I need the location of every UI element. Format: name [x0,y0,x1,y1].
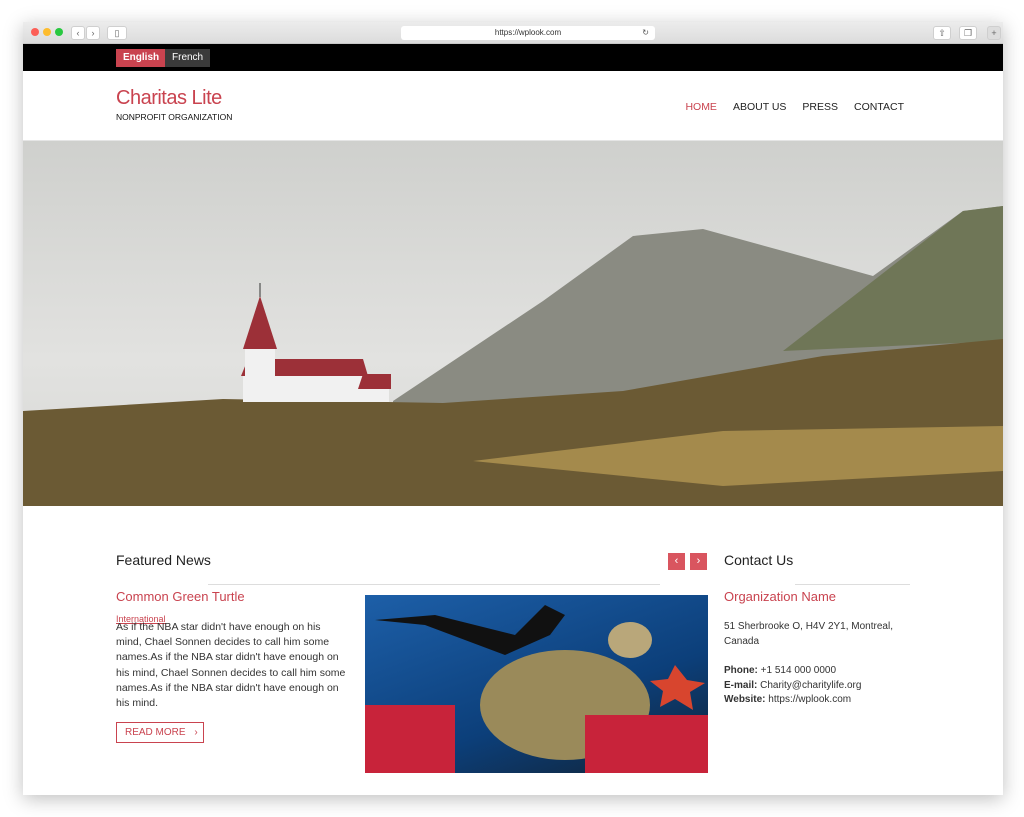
nav-about[interactable]: ABOUT US [733,101,786,113]
divider [208,584,660,585]
phone-label: Phone: [724,665,758,676]
maximize-icon[interactable] [55,28,63,36]
contact-heading: Contact Us [724,552,794,568]
language-english[interactable]: English [116,49,167,67]
language-bar: English French [23,44,1003,71]
website-link[interactable]: https://wplook.com [768,694,851,705]
reload-icon[interactable]: ↻ [642,26,649,40]
phone-value: +1 514 000 0000 [760,665,837,676]
tabs-icon[interactable]: ❐ [959,26,977,40]
address-bar[interactable]: https://wplook.com ↻ [401,26,655,40]
phone-row: Phone: +1 514 000 0000 [724,664,861,679]
site-tagline: NONPROFIT ORGANIZATION [116,112,233,122]
nav-contact[interactable]: CONTACT [854,101,904,113]
email-row: E-mail: Charity@charitylife.org [724,679,861,694]
back-icon[interactable]: ‹ [71,26,85,40]
sidebar-icon[interactable]: ▯ [107,26,127,40]
email-link[interactable]: Charity@charitylife.org [760,680,861,691]
read-more-button[interactable]: READ MORE › [116,722,204,743]
contact-details: Phone: +1 514 000 0000 E-mail: Charity@c… [724,664,861,708]
email-label: E-mail: [724,679,758,691]
forward-icon[interactable]: › [86,26,100,40]
hero-image [23,141,1003,506]
browser-toolbar: ‹ › ▯ https://wplook.com ↻ ⇧ ❐ + [23,22,1003,44]
divider [795,584,910,585]
website-row: Website: https://wplook.com [724,693,861,708]
post-excerpt: As if the NBA star didn't have enough on… [116,621,346,710]
url-text: https://wplook.com [494,28,562,37]
post-title-wrap: Common Green Turtle [116,589,348,604]
site-header: Charitas Lite NONPROFIT ORGANIZATION HOM… [23,71,1003,141]
language-french[interactable]: French [165,49,211,67]
nav-press[interactable]: PRESS [802,101,838,113]
featured-news-heading: Featured News [116,552,211,568]
next-arrow-icon[interactable]: › [690,553,707,570]
close-icon[interactable] [31,28,39,36]
share-icon[interactable]: ⇧ [933,26,951,40]
site-title[interactable]: Charitas Lite [116,87,222,110]
new-tab-icon[interactable]: + [987,26,1001,40]
read-more-label: READ MORE [125,727,186,738]
org-name-wrap: Organization Name [724,589,914,604]
minimize-icon[interactable] [43,28,51,36]
org-name: Organization Name [724,589,836,604]
prev-arrow-icon[interactable]: ‹ [668,553,685,570]
post-title[interactable]: Common Green Turtle [116,589,348,604]
chevron-right-icon: › [194,727,198,738]
website-label: Website: [724,694,766,705]
address: 51 Sherbrooke O, H4V 2Y1, Montreal, Cana… [724,621,893,647]
main-nav: HOME ABOUT US PRESS CONTACT [685,101,904,113]
nav-home[interactable]: HOME [685,101,717,113]
post-image[interactable] [365,595,708,773]
